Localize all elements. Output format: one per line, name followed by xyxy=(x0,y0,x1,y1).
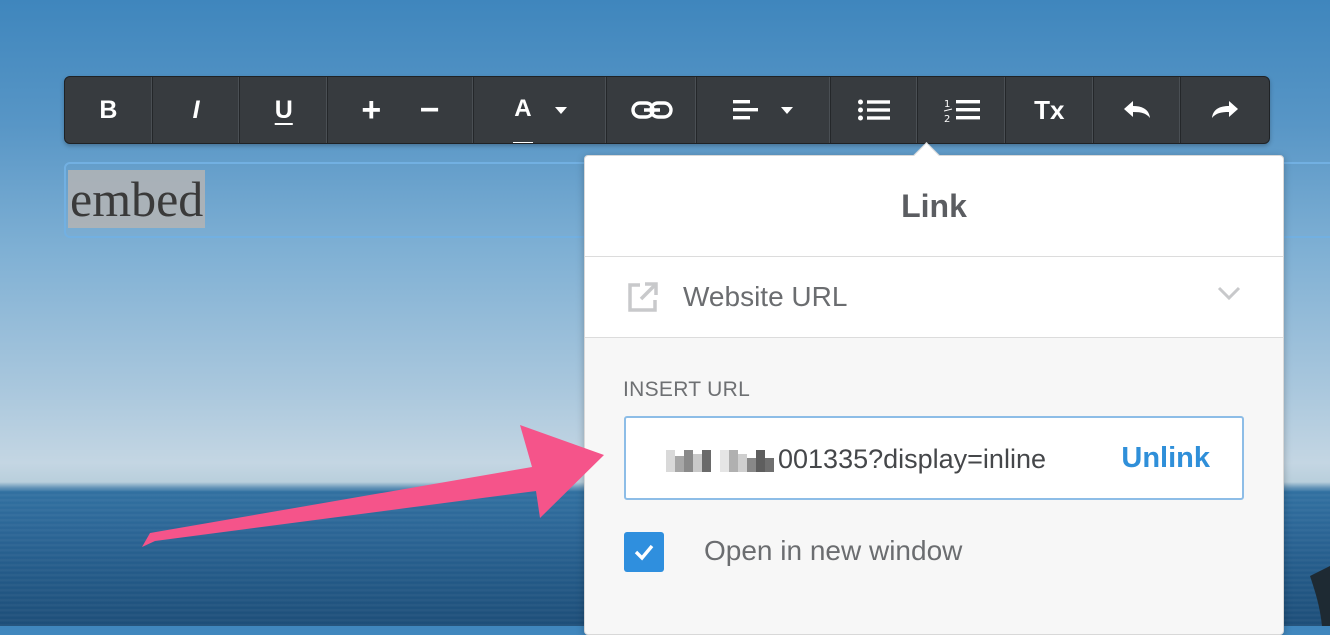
url-value: 001335?display=inline xyxy=(778,444,1046,474)
bold-icon: B xyxy=(99,95,118,124)
bold-button[interactable]: B xyxy=(65,77,153,143)
align-button[interactable] xyxy=(697,77,831,143)
redacted-url-part xyxy=(666,450,784,472)
url-input[interactable]: 001335?display=inline Unlink xyxy=(624,416,1244,500)
open-new-window-label: Open in new window xyxy=(704,535,963,566)
chevron-down-icon xyxy=(1217,286,1241,301)
svg-text:1: 1 xyxy=(944,99,950,110)
redo-icon xyxy=(1212,101,1239,118)
external-link-icon xyxy=(628,282,658,312)
chevron-down-icon xyxy=(554,106,567,114)
rock-silhouette xyxy=(1310,566,1330,626)
link-icon xyxy=(630,101,673,119)
unlink-button[interactable]: Unlink xyxy=(1121,442,1210,475)
link-button[interactable] xyxy=(607,77,697,143)
decrease-size-button[interactable]: − xyxy=(420,77,440,143)
url-type-label: Website URL xyxy=(683,281,848,312)
undo-button[interactable] xyxy=(1094,77,1182,143)
numbered-list-button[interactable]: 1 2 xyxy=(918,77,1006,143)
link-panel: Link Website URL INSERT URL 001335?displ… xyxy=(584,142,1284,635)
format-toolbar: B I U + − A 1 2 Tx xyxy=(64,76,1270,144)
redo-button[interactable] xyxy=(1181,77,1269,143)
italic-button[interactable]: I xyxy=(153,77,241,143)
numbered-list-icon: 1 2 xyxy=(943,99,980,123)
text-color-button[interactable]: A xyxy=(474,77,608,143)
selected-text[interactable]: embed xyxy=(68,170,206,228)
bullet-list-button[interactable] xyxy=(831,77,919,143)
clear-format-icon: Tx xyxy=(1034,94,1065,125)
underline-icon: U xyxy=(274,95,293,124)
font-size-group: + − xyxy=(328,77,474,143)
panel-title: Link xyxy=(585,156,1283,257)
insert-url-label: INSERT URL xyxy=(623,378,751,401)
url-type-select[interactable]: Website URL xyxy=(585,257,1283,338)
checkmark-icon xyxy=(634,544,654,561)
bullet-list-icon xyxy=(857,99,890,121)
underline-button[interactable]: U xyxy=(240,77,329,143)
text-color-icon: A xyxy=(513,77,533,143)
svg-text:2: 2 xyxy=(944,114,950,123)
undo-icon xyxy=(1123,101,1150,118)
italic-icon: I xyxy=(192,95,200,124)
open-new-window-checkbox[interactable] xyxy=(624,532,664,572)
chevron-down-icon xyxy=(781,106,794,114)
clear-format-button[interactable]: Tx xyxy=(1006,77,1094,143)
increase-size-button[interactable]: + xyxy=(361,77,381,143)
align-left-icon xyxy=(733,100,759,120)
url-fade xyxy=(1078,418,1098,498)
